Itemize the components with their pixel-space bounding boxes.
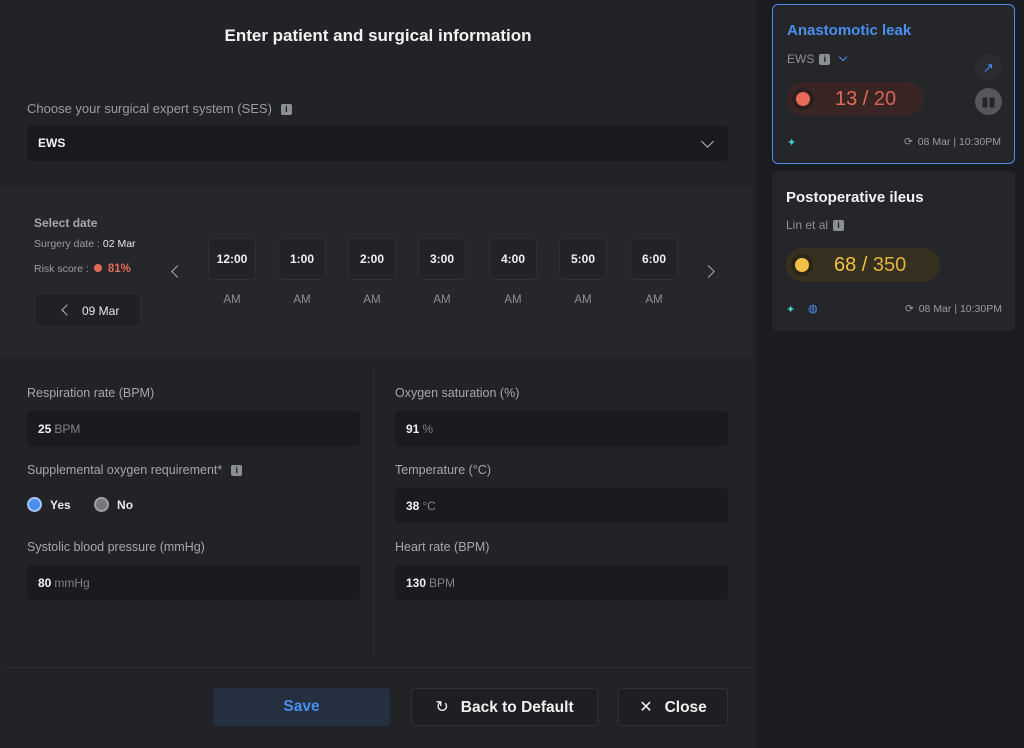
systolic-label: Systolic blood pressure (mmHg) [27,540,205,554]
footer-divider [6,667,752,668]
save-button[interactable]: Save [213,688,390,726]
risk-card-anastomotic-leak[interactable]: Anastomotic leak EWS i 13 / 20 ↗ ▮▮ ✦ ⟳ 0… [772,4,1015,164]
radio-yes[interactable]: Yes [27,497,71,512]
date-picker-button[interactable]: 09 Mar [34,293,141,327]
chevron-down-icon [701,135,714,148]
time-slot[interactable]: 4:00 AM [489,238,537,310]
supplemental-oxygen-radio-group: Yes No [27,497,153,512]
risk-score: Risk score :81% [34,263,131,275]
respiration-label: Respiration rate (BPM) [27,386,155,400]
time-slot[interactable]: 1:00 AM [278,238,326,310]
supplemental-oxygen-label: Supplemental oxygen requirement* i [27,463,243,477]
time-slot[interactable]: 6:00 AM [630,238,678,310]
risk-card-postoperative-ileus[interactable]: Postoperative ileus Lin et al i 68 / 350 … [772,171,1015,331]
time-slot[interactable]: 3:00 AM [418,238,466,310]
back-to-default-button[interactable]: ↻ Back to Default [411,688,598,726]
ses-select[interactable]: EWS [27,126,728,161]
info-icon[interactable]: i [280,104,292,115]
status-dot [795,258,809,272]
refresh-icon: ↻ [435,699,449,716]
card-subtitle: EWS i [787,52,848,66]
temperature-label: Temperature (°C) [395,463,491,477]
trend-up-icon[interactable]: ↗ [975,54,1002,81]
info-icon[interactable]: i [819,54,831,65]
brain-icon: ◍ [808,303,818,315]
radio-no[interactable]: No [94,497,133,512]
sync-icon: ⟳ [903,136,913,148]
time-slot[interactable]: 5:00 AM [559,238,607,310]
close-button[interactable]: ✕ Close [618,688,728,726]
book-icon[interactable]: ▮▮ [975,88,1002,115]
card-subtitle: Lin et al i [786,218,845,232]
radio-unselected-icon [94,497,110,512]
ses-value: EWS [38,136,66,150]
oxygen-saturation-label: Oxygen saturation (%) [395,386,520,400]
score-pill: 13 / 20 [787,82,924,116]
card-title: Anastomotic leak [787,22,912,39]
chevron-down-icon[interactable] [839,52,848,62]
card-title: Postoperative ileus [786,189,924,206]
card-timestamp: ⟳ 08 Mar | 10:30PM [903,136,1001,148]
time-next-chevron-icon[interactable] [702,265,715,278]
date-title: Select date [34,216,98,230]
status-dot [796,92,810,106]
ses-label: Choose your surgical expert system (SES)… [27,101,292,116]
info-icon[interactable]: i [231,465,243,476]
respiration-input[interactable]: 25 BPM [27,411,360,446]
time-slot[interactable]: 2:00 AM [348,238,396,310]
sparkle-icon: ✦ [787,137,797,149]
sparkle-icon: ✦ [786,304,796,316]
oxygen-saturation-input[interactable]: 91% [395,411,728,446]
sync-icon: ⟳ [904,303,914,315]
radio-selected-icon [27,497,42,512]
heart-rate-label: Heart rate (BPM) [395,540,490,554]
time-slot[interactable]: 12:00 AM [208,238,256,310]
temperature-input[interactable]: 38 °C [395,488,728,523]
score-pill: 68 / 350 [786,248,940,282]
date-section: Select date Surgery date : 02 Mar Risk s… [0,188,752,356]
chevron-left-icon [61,304,73,316]
column-divider [373,368,374,658]
info-icon[interactable]: i [833,220,845,231]
close-icon: ✕ [639,699,653,716]
patient-form-panel: Enter patient and surgical information C… [0,0,756,748]
risk-status-dot [93,264,102,272]
time-prev-chevron-icon[interactable] [171,265,184,278]
systolic-input[interactable]: 80 mmHg [27,565,360,600]
page-title: Enter patient and surgical information [224,26,532,45]
card-timestamp: ⟳ 08 Mar | 10:30PM [904,303,1002,315]
surgery-date: Surgery date : 02 Mar [34,238,136,250]
heart-rate-input[interactable]: 130 BPM [395,565,728,600]
